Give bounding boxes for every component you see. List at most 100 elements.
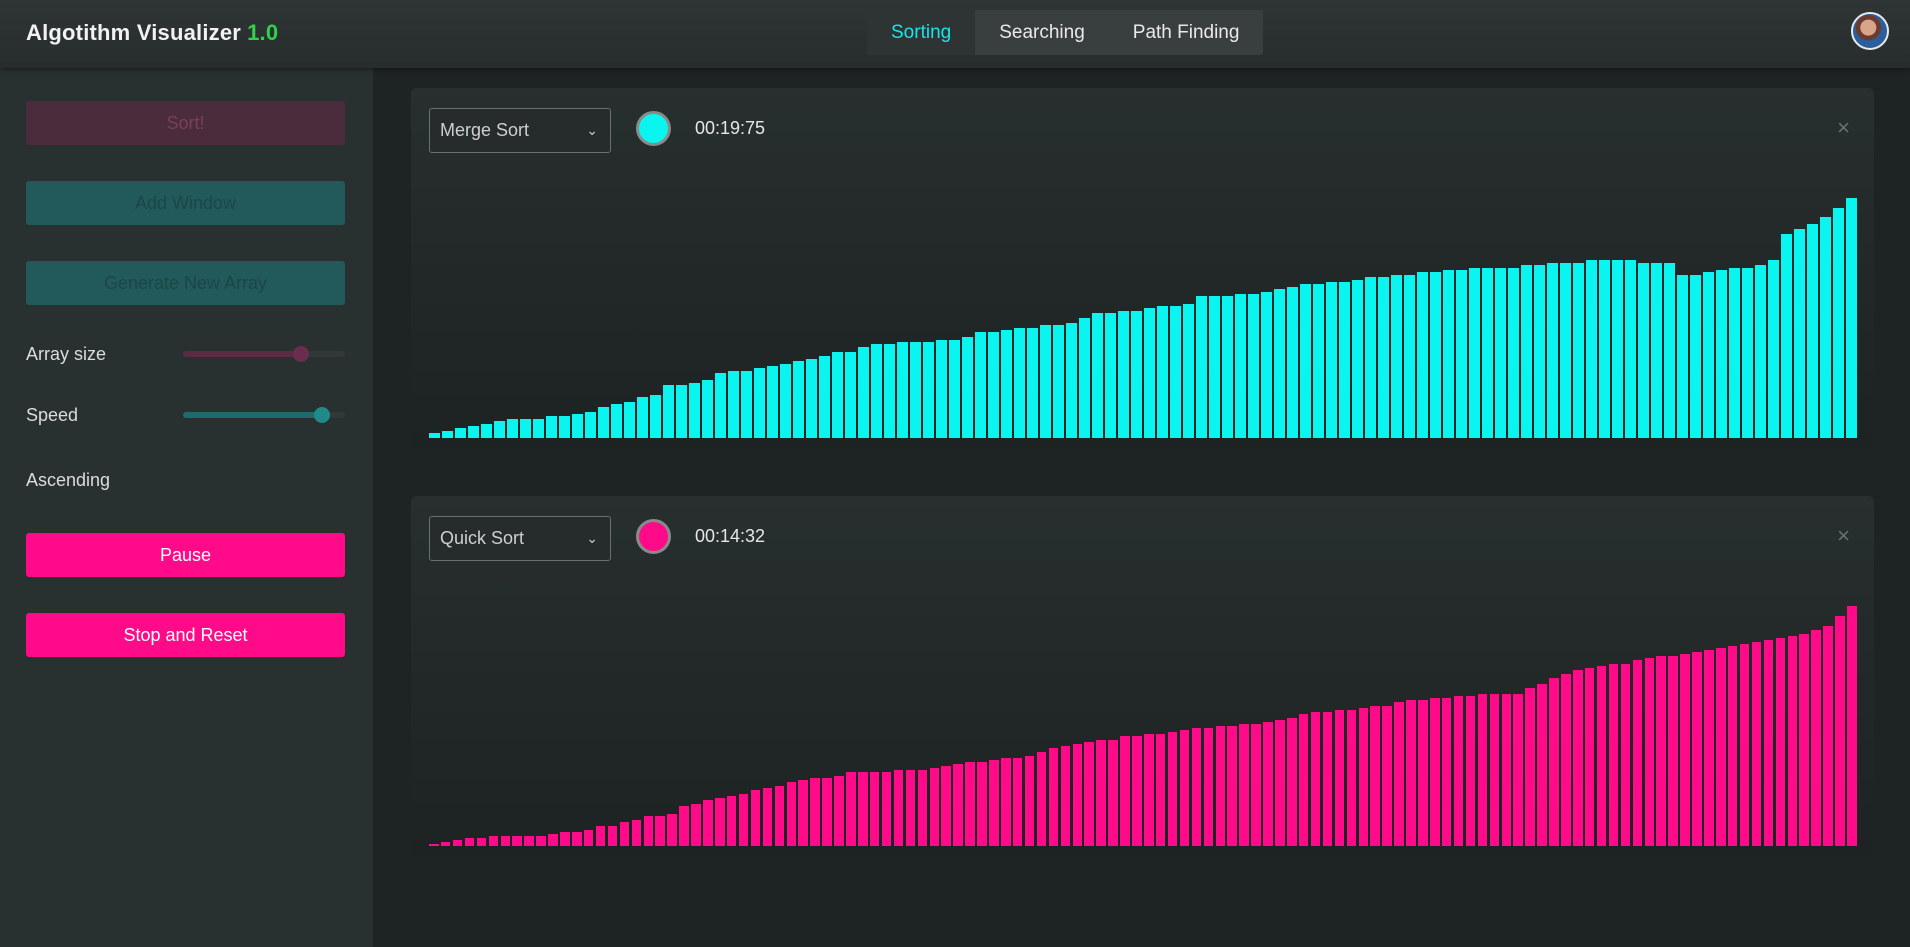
chart-bar: [1534, 265, 1545, 438]
tab-path-finding[interactable]: Path Finding: [1109, 10, 1264, 55]
chart-bar: [1274, 289, 1285, 438]
chart-bar: [1417, 272, 1428, 438]
chart-bar: [520, 418, 531, 438]
chart-bar: [1391, 274, 1402, 438]
chart-bar: [1469, 267, 1480, 438]
chart-bar: [598, 406, 609, 438]
chart-bar: [1612, 260, 1623, 438]
chart-bar: [1334, 710, 1345, 846]
chart-bar: [1326, 282, 1337, 438]
chart-bar: [1807, 224, 1818, 438]
chart-bar: [429, 433, 440, 438]
chart-bar: [1024, 756, 1035, 846]
chart-bar: [440, 842, 451, 846]
chart-bar: [949, 339, 960, 438]
chart-bar: [1001, 758, 1011, 846]
chart-bar: [1847, 606, 1857, 846]
algorithm-select-2[interactable]: Quick Sort ⌄: [429, 516, 611, 561]
top-bar: Algotithm Visualizer 1.0 Sorting Searchin…: [0, 0, 1910, 68]
chart-bar: [923, 342, 934, 438]
chart-bar: [1489, 694, 1500, 846]
color-picker-2[interactable]: [636, 519, 671, 554]
chart-bar: [1157, 306, 1168, 438]
chart-bar: [1183, 303, 1194, 438]
chart-bar: [728, 370, 739, 438]
chart-bar: [1596, 666, 1607, 846]
array-size-slider[interactable]: [183, 346, 345, 362]
close-icon[interactable]: ×: [1837, 523, 1850, 549]
color-picker-1[interactable]: [636, 111, 671, 146]
chart-bar: [1275, 720, 1285, 846]
chart-bar: [1465, 696, 1476, 846]
chart-bar: [858, 772, 868, 846]
chart-bar: [1170, 306, 1181, 438]
chart-bar: [1404, 274, 1415, 438]
chart-bar: [1430, 698, 1440, 846]
array-size-slider-knob[interactable]: [293, 346, 310, 362]
chart-bar: [679, 806, 689, 846]
chart-bar: [1835, 616, 1845, 846]
sort-button[interactable]: Sort!: [26, 101, 345, 145]
chart-bar: [741, 370, 752, 438]
chart-bar: [1209, 296, 1220, 438]
generate-array-button[interactable]: Generate New Array: [26, 261, 345, 305]
chart-bar: [832, 351, 843, 438]
chart-bar: [559, 416, 570, 438]
chart-bar: [1394, 702, 1404, 846]
chart-bar: [1144, 308, 1155, 438]
avatar[interactable]: [1851, 12, 1889, 50]
chart-bar: [965, 762, 975, 846]
chart-bar: [977, 762, 987, 846]
chevron-down-icon: ⌄: [586, 122, 598, 138]
chart-bar: [989, 760, 999, 846]
chart-bar: [869, 772, 880, 846]
chart-bar: [1584, 668, 1595, 846]
chart-bar: [1846, 198, 1857, 438]
chart-bar: [1298, 714, 1309, 846]
chart-bar: [1508, 267, 1519, 438]
chart-bar: [1704, 650, 1714, 846]
chart-bar: [1118, 310, 1129, 438]
chart-bar: [572, 414, 583, 438]
chart-bar: [1418, 700, 1428, 846]
algorithm-select-1[interactable]: Merge Sort ⌄: [429, 108, 611, 153]
chart-bar: [1742, 267, 1753, 438]
chart-bar: [1196, 296, 1207, 438]
chart-bar: [767, 366, 778, 438]
tab-sorting[interactable]: Sorting: [867, 10, 976, 55]
chart-bar: [1014, 327, 1025, 438]
speed-slider[interactable]: [183, 407, 345, 423]
chart-bar: [1632, 660, 1643, 846]
chart-bar: [1537, 684, 1547, 846]
speed-slider-knob[interactable]: [314, 407, 331, 423]
chart-bar: [689, 382, 700, 438]
chart-bar: [975, 332, 986, 438]
chart-bar: [1222, 296, 1233, 438]
add-window-button[interactable]: Add Window: [26, 181, 345, 225]
chart-bar: [1167, 732, 1178, 846]
chart-bar: [1322, 712, 1333, 846]
chart-bar: [1300, 284, 1311, 438]
chart-bar: [643, 816, 654, 846]
pause-button[interactable]: Pause: [26, 533, 345, 577]
chart-bar: [691, 804, 701, 846]
chart-bar: [676, 385, 687, 438]
chart-bar: [897, 342, 908, 438]
app-title: Algotithm Visualizer 1.0: [26, 20, 278, 46]
chart-bar: [481, 423, 492, 438]
chart-bar: [750, 790, 761, 846]
chart-bar: [1036, 752, 1047, 846]
chart-bar: [819, 356, 830, 438]
chart-bar: [452, 840, 463, 846]
chart-bar: [1787, 636, 1798, 846]
chart-bar: [429, 844, 439, 846]
chart-bar: [917, 770, 928, 846]
close-icon[interactable]: ×: [1837, 115, 1850, 141]
chart-bar: [1727, 646, 1738, 846]
tab-searching[interactable]: Searching: [975, 10, 1109, 55]
stop-reset-button[interactable]: Stop and Reset: [26, 613, 345, 657]
chart-bar: [953, 764, 963, 846]
chart-bar: [548, 834, 558, 846]
chart-bar: [1144, 734, 1154, 846]
chart-bar: [631, 820, 642, 846]
